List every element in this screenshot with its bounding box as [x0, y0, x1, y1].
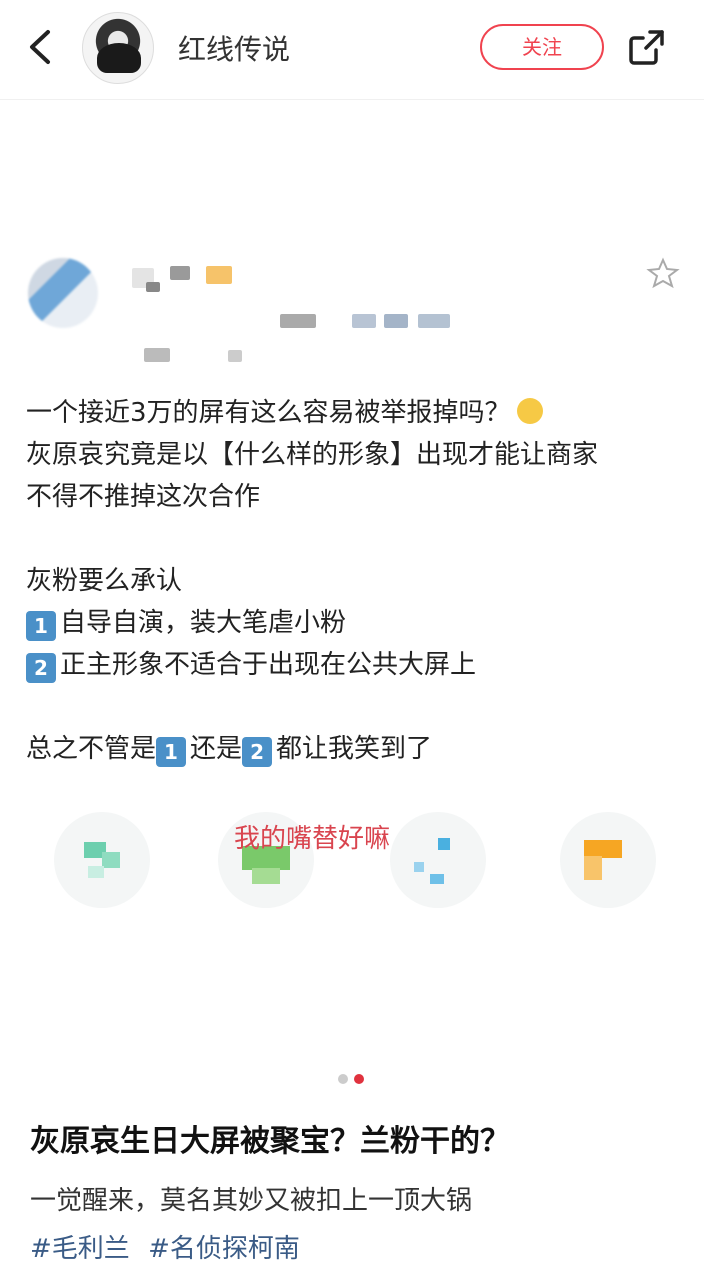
carousel-dot[interactable] [338, 1074, 348, 1084]
carousel-dot-active[interactable] [354, 1074, 364, 1084]
reaction-sticker-1 [54, 812, 150, 908]
embedded-post-text: 一个接近3万的屏有这么容易被举报掉吗？ 灰原哀究竟是以【什么样的形象】出现才能让… [26, 392, 686, 770]
thinking-face-emoji-icon [516, 398, 543, 424]
share-icon[interactable] [628, 28, 666, 66]
keycap-1-icon: 1 [156, 737, 187, 767]
embedded-user-avatar [28, 258, 98, 328]
carousel-indicator [338, 1074, 368, 1084]
author-avatar[interactable] [82, 12, 154, 84]
sticker-caption: 我的嘴替好嘛 [234, 824, 391, 854]
post-line-4: 灰粉要么承认 [26, 566, 183, 596]
post-line-6: 2 正主形象不适合于出现在公共大屏上 [26, 644, 686, 686]
post-line-2: 灰原哀究竟是以【什么样的形象】出现才能让商家 [26, 440, 599, 470]
keycap-2-icon: 2 [26, 653, 56, 683]
reaction-sticker-3 [390, 812, 486, 908]
tag-link[interactable]: #毛利兰 [30, 1234, 130, 1264]
top-bar: 红线传说 关注 [0, 0, 704, 100]
author-name[interactable]: 红线传说 [178, 28, 290, 68]
tag-list: #毛利兰 #名侦探柯南 [30, 1228, 310, 1265]
keycap-1-icon: 1 [26, 611, 56, 641]
tag-link[interactable]: #名侦探柯南 [148, 1234, 300, 1264]
post-line-3: 不得不推掉这次合作 [26, 482, 261, 512]
follow-button[interactable]: 关注 [480, 24, 604, 70]
post-line-7: 总之不管是 1 还是 2 都让我笑到了 [26, 728, 686, 770]
note-title: 灰原哀生日大屏被聚宝？兰粉干的？ [30, 1124, 510, 1159]
post-line-5: 1 自导自演，装大笔虐小粉 [26, 602, 686, 644]
post-line-1: 一个接近3万的屏有这么容易被举报掉吗？ [26, 392, 686, 434]
reaction-sticker-4 [560, 812, 656, 908]
back-arrow-icon[interactable] [20, 22, 60, 72]
star-icon [646, 257, 680, 289]
note-description: 一觉醒来，莫名其妙又被扣上一顶大锅 [30, 1186, 473, 1216]
keycap-2-icon: 2 [242, 737, 273, 767]
